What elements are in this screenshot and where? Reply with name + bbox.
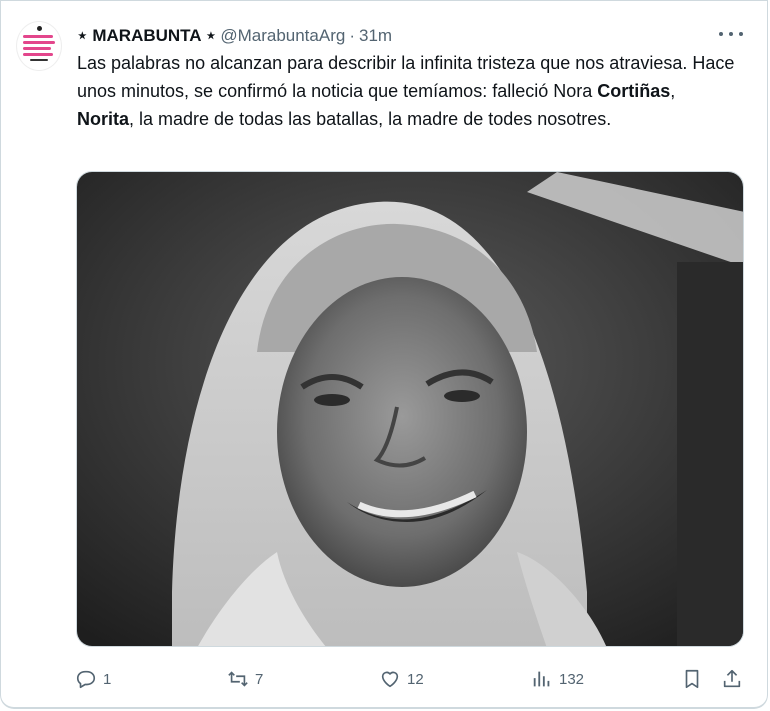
retweet-button[interactable]: 7 [227,664,263,694]
tweet-text-bold: Cortiñas [597,81,671,101]
tweet-card[interactable]: ⋆ MARABUNTA ⋆ @MarabuntaArg · 31m Las pa… [0,0,768,709]
reply-icon [76,670,96,689]
avatar-logo-line [23,53,53,56]
timestamp[interactable]: 31m [359,26,392,46]
photo-portrait [77,172,743,646]
retweet-count: 7 [255,670,264,688]
display-name[interactable]: ⋆ MARABUNTA ⋆ [77,26,216,46]
dot [729,32,733,36]
reply-count: 1 [103,670,112,688]
tweet-text-part: , la madre de todas las batallas, la mad… [129,109,612,129]
tweet-header: ⋆ MARABUNTA ⋆ @MarabuntaArg · 31m [77,24,697,48]
dot [739,32,743,36]
more-dots-icon[interactable] [719,22,743,46]
separator: · [349,26,355,45]
tweet-text-part: , [670,81,676,101]
avatar-logo-line [23,41,55,44]
avatar-logo-icon [37,26,42,31]
dot [719,32,723,36]
retweet-icon [228,671,248,687]
tweet-text: Las palabras no alcanzan para describir … [77,49,737,133]
bookmark-icon [685,669,699,689]
share-icon [723,669,741,688]
tweet-actions: 1 7 12 132 [75,664,755,694]
avatar[interactable] [16,21,62,71]
like-count: 12 [407,670,424,688]
views-count: 132 [559,670,585,688]
avatar-logo-line [23,35,53,38]
views-icon [533,671,550,687]
reply-button[interactable]: 1 [75,664,111,694]
views-button[interactable]: 132 [531,664,584,694]
tweet-photo[interactable] [76,171,744,647]
heart-icon [381,671,399,688]
like-button[interactable]: 12 [379,664,424,694]
user-handle[interactable]: @MarabuntaArg [220,26,345,46]
share-button[interactable] [721,664,743,694]
tweet-text-bold: Norita [77,109,130,129]
avatar-logo-line [23,47,51,50]
avatar-logo-line [30,59,48,61]
bookmark-button[interactable] [681,664,703,694]
